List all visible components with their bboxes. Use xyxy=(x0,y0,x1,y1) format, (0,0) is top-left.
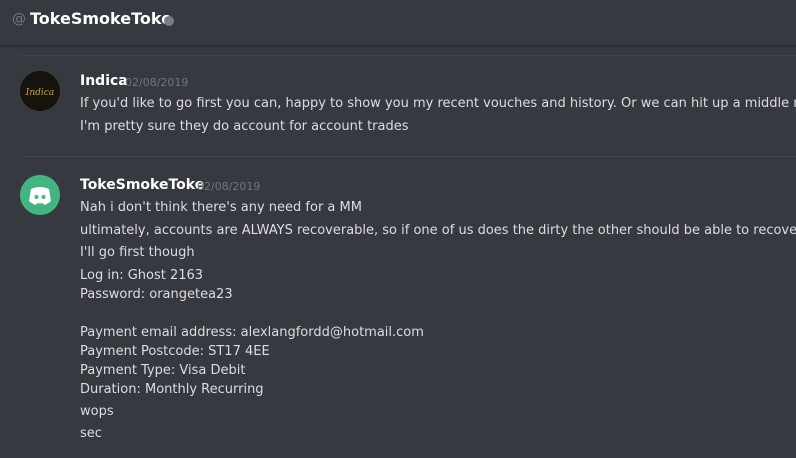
message-line: Password: orangetea23 xyxy=(80,287,233,302)
channel-header: @ TokeSmokeToke xyxy=(0,0,796,46)
message-line: I'm pretty sure they do account for acco… xyxy=(80,119,409,134)
message-line: If you'd like to go first you can, happy… xyxy=(80,96,796,111)
message-line: Payment Type: Visa Debit xyxy=(80,363,246,378)
status-dot-icon xyxy=(164,16,174,26)
avatar-tokesmoketoke[interactable] xyxy=(20,175,60,215)
message-line: Payment email address: alexlangfordd@hot… xyxy=(80,325,424,340)
message-line: Payment Postcode: ST17 4EE xyxy=(80,344,270,359)
message-line: Log in: Ghost 2163 xyxy=(80,268,204,283)
message-timestamp: 02/08/2019 xyxy=(125,76,189,89)
message-divider xyxy=(20,156,796,157)
channel-title[interactable]: TokeSmokeToke xyxy=(30,9,172,28)
message-line: sec xyxy=(80,426,102,441)
message-line: I'll go first though xyxy=(80,245,195,260)
message-line: Nah i don't think there's any need for a… xyxy=(80,200,362,215)
indica-logo-icon: Indica xyxy=(20,71,60,111)
indica-logo-text: Indica xyxy=(25,88,54,98)
message-line: wops xyxy=(80,404,114,419)
avatar-indica[interactable]: Indica xyxy=(20,71,60,111)
message-author[interactable]: TokeSmokeToke xyxy=(80,177,204,193)
message-author[interactable]: Indica xyxy=(80,73,128,89)
message-timestamp: 02/08/2019 xyxy=(197,180,261,193)
message-line: ultimately, accounts are ALWAYS recovera… xyxy=(80,223,796,238)
message-line: Duration: Monthly Recurring xyxy=(80,382,264,397)
message-divider xyxy=(20,55,796,56)
at-icon: @ xyxy=(12,11,26,27)
discord-logo-icon xyxy=(20,175,60,215)
